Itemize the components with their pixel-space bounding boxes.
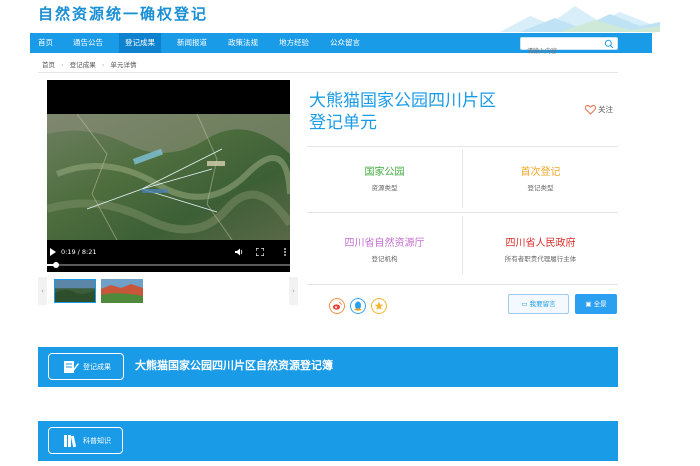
site-header: 自然资源统一确权登记 xyxy=(0,0,700,32)
leave-message-button[interactable]: ▭ 我要留言 xyxy=(508,294,569,314)
thumbnail-strip: ‹ › xyxy=(38,277,298,305)
follow-button[interactable]: 关注 xyxy=(584,104,613,115)
breadcrumb-separator-icon: › xyxy=(61,61,64,69)
field-registration-type: 首次登记 登记类型 xyxy=(463,163,618,192)
thumbnail-video[interactable] xyxy=(54,279,96,303)
results-banner: 登记成果 大熊猫国家公园四川片区自然资源登记簿 xyxy=(38,347,618,387)
panorama-icon: ▣ xyxy=(585,300,592,308)
message-icon: ▭ xyxy=(521,300,528,308)
play-icon[interactable] xyxy=(49,248,57,256)
mountain-decoration xyxy=(500,6,660,32)
search-input[interactable] xyxy=(521,46,599,57)
heart-icon xyxy=(584,104,597,115)
search-icon[interactable] xyxy=(604,39,614,49)
field-agency-label: 登记机构 xyxy=(371,255,398,263)
info-divider xyxy=(307,212,618,213)
results-banner-title[interactable]: 大熊猫国家公园四川片区自然资源登记簿 xyxy=(135,357,333,373)
books-icon xyxy=(64,435,77,448)
nav-item-results[interactable]: 登记成果 xyxy=(119,33,161,53)
unit-title-line2: 登记单元 xyxy=(309,113,377,133)
nav-item-local[interactable]: 地方经验 xyxy=(273,33,315,53)
thumbnail-photo[interactable] xyxy=(101,279,143,303)
breadcrumb-separator-icon: › xyxy=(101,61,105,69)
breadcrumb-home[interactable]: 首页 xyxy=(42,61,55,69)
video-player[interactable]: 0:19 / 8:21 xyxy=(47,80,290,272)
field-owner-label: 所有者职责代理履行主体 xyxy=(504,255,577,263)
unit-title: 大熊猫国家公园四川片区 登记单元 xyxy=(309,90,569,134)
field-agency: 四川省自然资源厅 登记机构 xyxy=(307,234,462,263)
field-owner-value: 四川省人民政府 xyxy=(505,238,576,249)
main-nav: 首页 通告公告 登记成果 新闻报道 政策法规 地方经验 公众留言 xyxy=(30,33,652,57)
thumb-prev-icon[interactable]: ‹ xyxy=(38,277,47,305)
field-registration-type-label: 登记类型 xyxy=(527,184,554,192)
video-controls: 0:19 / 8:21 xyxy=(47,244,290,272)
info-divider xyxy=(307,284,618,285)
thumb-next-icon[interactable]: › xyxy=(289,277,298,305)
more-options-icon[interactable] xyxy=(283,248,287,256)
follow-label: 关注 xyxy=(598,105,613,114)
field-resource-type: 国家公园 资源类型 xyxy=(307,163,462,192)
fullscreen-icon[interactable] xyxy=(256,248,264,256)
knowledge-banner: 科普知识 xyxy=(38,421,618,461)
qq-share-icon[interactable] xyxy=(350,298,366,314)
breadcrumb: 首页 › 登记成果 › 单元详情 xyxy=(42,59,141,69)
video-frame xyxy=(47,114,290,240)
weibo-share-icon[interactable] xyxy=(329,298,345,314)
video-progress-handle[interactable] xyxy=(53,262,60,268)
leave-message-label: 我要留言 xyxy=(529,300,556,308)
site-title: 自然资源统一确权登记 xyxy=(38,5,209,23)
panorama-label: 全景 xyxy=(593,300,607,308)
info-divider xyxy=(307,146,618,147)
field-agency-value: 四川省自然资源厅 xyxy=(344,238,425,249)
video-time: 0:19 / 8:21 xyxy=(61,248,97,256)
panorama-button[interactable]: ▣ 全景 xyxy=(575,294,617,314)
results-tag[interactable]: 登记成果 xyxy=(48,353,124,380)
nav-item-messages[interactable]: 公众留言 xyxy=(324,33,366,53)
search-box xyxy=(520,37,618,57)
breadcrumb-results[interactable]: 登记成果 xyxy=(70,61,96,69)
field-owner: 四川省人民政府 所有者职责代理履行主体 xyxy=(463,234,618,263)
field-resource-type-label: 资源类型 xyxy=(371,184,398,192)
divider xyxy=(38,72,618,73)
nav-item-policy[interactable]: 政策法规 xyxy=(222,33,264,53)
breadcrumb-current: 单元详情 xyxy=(110,61,137,69)
unit-title-line1: 大熊猫国家公园四川片区 xyxy=(309,91,496,111)
nav-item-news[interactable]: 新闻报道 xyxy=(171,33,213,53)
knowledge-tag[interactable]: 科普知识 xyxy=(48,427,123,454)
document-edit-icon xyxy=(64,361,79,373)
video-progress-bar[interactable] xyxy=(47,262,290,268)
field-resource-type-value: 国家公园 xyxy=(364,167,405,178)
field-registration-type-value: 首次登记 xyxy=(520,167,561,178)
knowledge-tag-label: 科普知识 xyxy=(83,437,111,445)
nav-item-home[interactable]: 首页 xyxy=(32,33,59,53)
page: 自然资源统一确权登记 首页 通告公告 登记成果 新闻报道 政策法规 地方经验 公… xyxy=(0,0,700,466)
results-tag-label: 登记成果 xyxy=(83,363,111,371)
volume-icon[interactable] xyxy=(235,248,243,256)
favorite-star-icon[interactable] xyxy=(371,298,387,314)
nav-item-announcements[interactable]: 通告公告 xyxy=(67,33,109,53)
